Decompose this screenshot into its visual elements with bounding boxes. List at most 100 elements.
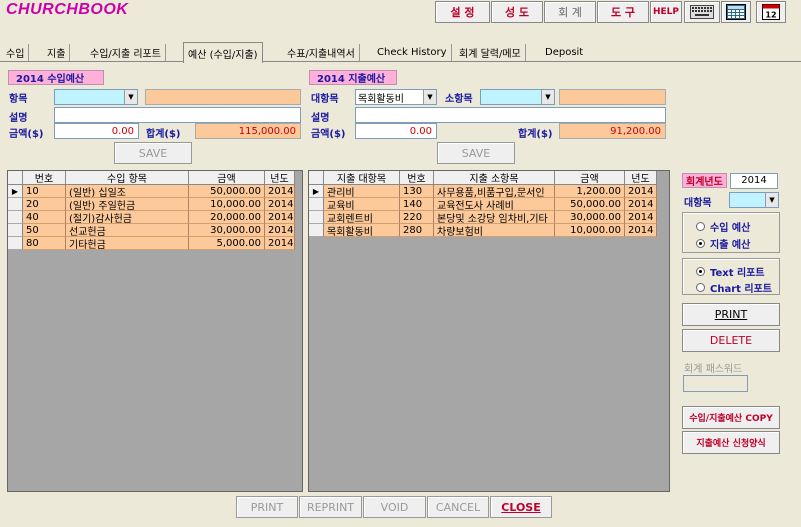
radio-text-report[interactable]: Text 리포트 [696, 264, 765, 279]
table-cell[interactable]: 2014 [265, 224, 295, 237]
table-cell[interactable]: 2014 [625, 211, 657, 224]
col-header-year[interactable]: 년도 [625, 171, 657, 185]
keyboard-button[interactable] [684, 1, 720, 23]
tools-button[interactable]: 도 구 [597, 1, 649, 23]
table-cell[interactable]: 10,000.00 [555, 224, 625, 237]
tab-check-expense-statement[interactable]: 수표/지출내역서 [283, 44, 360, 61]
table-cell[interactable]: 130 [400, 185, 434, 198]
settings-button[interactable]: 설 정 [435, 1, 490, 23]
table-cell[interactable]: 선교헌금 [66, 224, 189, 237]
table-cell[interactable]: 10 [23, 185, 66, 198]
row-selector[interactable] [309, 211, 324, 224]
expense-amount-input[interactable]: 0.00 [355, 123, 437, 139]
table-cell[interactable]: 30,000.00 [189, 224, 265, 237]
table-cell[interactable]: 2014 [265, 198, 295, 211]
row-selector[interactable] [309, 198, 324, 211]
side-print-button[interactable]: PRINT [682, 303, 780, 326]
tab-check-history[interactable]: Check History [373, 44, 452, 61]
col-header-year[interactable]: 년도 [265, 171, 295, 185]
budget-request-form-button[interactable]: 지출예산 신청양식 [682, 431, 780, 454]
tab-budget[interactable]: 예산 (수입/지출) [183, 42, 263, 63]
row-pointer-icon[interactable]: ▶ [8, 185, 23, 198]
table-cell[interactable]: 교육전도사 사례비 [434, 198, 555, 211]
table-cell[interactable]: 30,000.00 [555, 211, 625, 224]
table-cell[interactable]: 2014 [265, 237, 295, 250]
table-cell[interactable]: (일반) 십일조 [66, 185, 189, 198]
password-input[interactable] [683, 375, 748, 392]
table-cell[interactable]: 20 [23, 198, 66, 211]
budget-copy-button[interactable]: 수입/지출예산 COPY [682, 406, 780, 429]
table-cell[interactable]: (절기)감사헌금 [66, 211, 189, 224]
fiscal-year-input[interactable]: 2014 [730, 173, 778, 189]
row-selector[interactable] [8, 211, 23, 224]
col-header-number[interactable]: 번호 [23, 171, 66, 185]
accounting-button[interactable]: 회 계 [544, 1, 596, 23]
row-pointer-icon[interactable]: ▶ [309, 185, 324, 198]
void-button[interactable]: VOID [363, 496, 426, 518]
tab-calendar-memo[interactable]: 회계 달력/메모 [455, 44, 526, 61]
table-cell[interactable]: 2014 [625, 185, 657, 198]
row-selector[interactable] [8, 224, 23, 237]
table-cell[interactable]: 40 [23, 211, 66, 224]
income-budget-grid[interactable]: 번호 수입 항목 금액 년도 ▶ 10 (일반) 십일조 50,000.00 2… [7, 170, 303, 492]
calendar-button[interactable]: 12 [756, 1, 786, 23]
income-amount-input[interactable]: 0.00 [54, 123, 139, 139]
table-cell[interactable]: 2014 [265, 211, 295, 224]
col-header-amount[interactable]: 금액 [555, 171, 625, 185]
radio-chart-report[interactable]: Chart 리포트 [696, 280, 772, 295]
side-major-select[interactable]: ▼ [729, 192, 779, 208]
radio-expense-budget[interactable]: 지출 예산 [696, 236, 750, 251]
chevron-down-icon[interactable]: ▼ [124, 90, 137, 104]
print-button[interactable]: PRINT [236, 496, 298, 518]
tab-expense[interactable]: 지출 [43, 44, 71, 61]
expense-save-button[interactable]: SAVE [437, 142, 515, 164]
expense-major-select[interactable]: 목회활동비 ▼ [355, 89, 437, 105]
table-cell[interactable]: 기타헌금 [66, 237, 189, 250]
table-cell[interactable]: 2014 [625, 198, 657, 211]
table-cell[interactable]: 1,200.00 [555, 185, 625, 198]
table-cell[interactable]: (일반) 주일헌금 [66, 198, 189, 211]
chevron-down-icon[interactable]: ▼ [765, 193, 778, 207]
side-delete-button[interactable]: DELETE [682, 329, 780, 352]
col-header-amount[interactable]: 금액 [189, 171, 265, 185]
income-description-input[interactable] [54, 107, 301, 123]
table-cell[interactable]: 교회렌트비 [324, 211, 400, 224]
table-cell[interactable]: 50 [23, 224, 66, 237]
table-cell[interactable]: 50,000.00 [189, 185, 265, 198]
expense-minor-select[interactable]: ▼ [480, 89, 555, 105]
saints-button[interactable]: 성 도 [491, 1, 543, 23]
table-cell[interactable]: 차량보험비 [434, 224, 555, 237]
col-header-major-item[interactable]: 지출 대항목 [324, 171, 400, 185]
row-selector[interactable] [8, 198, 23, 211]
calculator-button[interactable] [721, 1, 751, 23]
income-save-button[interactable]: SAVE [114, 142, 192, 164]
row-selector[interactable] [309, 224, 324, 237]
col-header-number[interactable]: 번호 [400, 171, 434, 185]
table-cell[interactable]: 20,000.00 [189, 211, 265, 224]
radio-income-budget[interactable]: 수입 예산 [696, 219, 750, 234]
row-selector[interactable] [8, 237, 23, 250]
table-cell[interactable]: 2014 [625, 224, 657, 237]
table-cell[interactable]: 10,000.00 [189, 198, 265, 211]
expense-description-input[interactable] [355, 107, 666, 123]
chevron-down-icon[interactable]: ▼ [541, 90, 554, 104]
expense-budget-grid[interactable]: 지출 대항목 번호 지출 소항목 금액 년도 ▶ 관리비 130 사무용품,비품… [308, 170, 670, 492]
tab-deposit[interactable]: Deposit [541, 44, 587, 61]
table-cell[interactable]: 140 [400, 198, 434, 211]
table-cell[interactable]: 사무용품,비품구입,문서인 [434, 185, 555, 198]
table-cell[interactable]: 목회활동비 [324, 224, 400, 237]
table-cell[interactable]: 5,000.00 [189, 237, 265, 250]
chevron-down-icon[interactable]: ▼ [423, 90, 436, 104]
income-item-select[interactable]: ▼ [54, 89, 138, 105]
table-cell[interactable]: 관리비 [324, 185, 400, 198]
table-cell[interactable]: 2014 [265, 185, 295, 198]
close-button[interactable]: CLOSE [490, 496, 552, 518]
col-header-income-item[interactable]: 수입 항목 [66, 171, 189, 185]
tab-income-expense-report[interactable]: 수입/지출 리포트 [86, 44, 166, 61]
table-cell[interactable]: 본당및 소강당 임차비,기타 [434, 211, 555, 224]
table-cell[interactable]: 교육비 [324, 198, 400, 211]
tab-income[interactable]: 수입 [2, 44, 30, 61]
table-cell[interactable]: 280 [400, 224, 434, 237]
table-cell[interactable]: 220 [400, 211, 434, 224]
cancel-button[interactable]: CANCEL [427, 496, 489, 518]
